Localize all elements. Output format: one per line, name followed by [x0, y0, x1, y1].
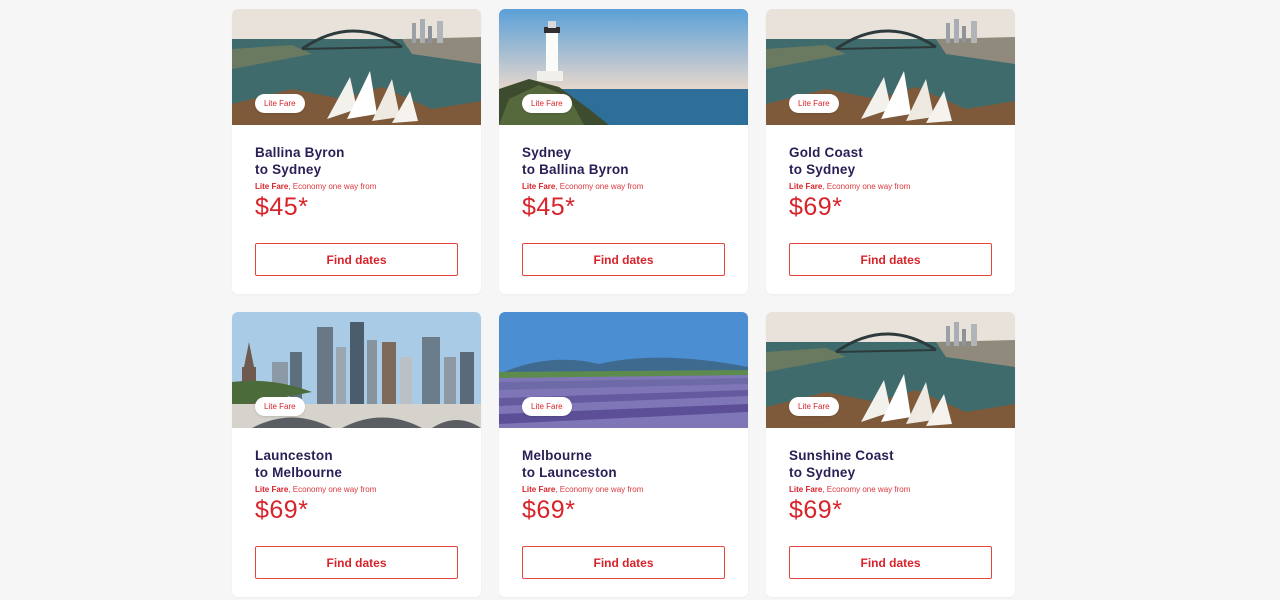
fare-desc: , Economy one way from	[822, 182, 911, 191]
lighthouse-image: Lite Fare	[499, 9, 748, 125]
price: $45*	[255, 193, 309, 221]
lite-fare-badge: Lite Fare	[255, 94, 305, 113]
route-origin: Sydney	[522, 145, 572, 160]
fare-card[interactable]: Lite Fare Launceston to Melbourne Lite F…	[232, 312, 481, 597]
route-destination: to Melbourne	[255, 465, 343, 480]
find-dates-button[interactable]: Find dates	[789, 546, 992, 579]
lite-fare-badge: Lite Fare	[255, 397, 305, 416]
fare-type: Lite Fare	[789, 485, 823, 494]
sydney-harbour-image: Lite Fare	[766, 9, 1015, 125]
lite-fare-badge: Lite Fare	[522, 94, 572, 113]
route-destination: to Sydney	[255, 162, 322, 177]
price: $69*	[522, 496, 576, 524]
fare-description: Lite Fare, Economy one way from	[522, 484, 725, 495]
price: $69*	[789, 193, 843, 221]
find-dates-button[interactable]: Find dates	[255, 546, 458, 579]
fare-card[interactable]: Lite Fare Gold Coast to Sydney Lite Fare…	[766, 9, 1015, 294]
route-origin: Launceston	[255, 448, 333, 463]
lite-fare-badge: Lite Fare	[789, 94, 839, 113]
fare-desc: , Economy one way from	[288, 485, 377, 494]
route-origin: Gold Coast	[789, 145, 864, 160]
find-dates-button[interactable]: Find dates	[255, 243, 458, 276]
fare-type: Lite Fare	[255, 182, 289, 191]
sydney-harbour-image: Lite Fare	[766, 312, 1015, 428]
sydney-harbour-image: Lite Fare	[232, 9, 481, 125]
lite-fare-badge: Lite Fare	[789, 397, 839, 416]
route-title: Sunshine Coast to Sydney	[789, 447, 992, 481]
route-origin: Melbourne	[522, 448, 593, 463]
lavender-field-image: Lite Fare	[499, 312, 748, 428]
fare-type: Lite Fare	[522, 182, 556, 191]
route-title: Launceston to Melbourne	[255, 447, 458, 481]
fare-card-grid: Lite Fare Ballina Byron to Sydney Lite F…	[232, 9, 1015, 597]
fare-description: Lite Fare, Economy one way from	[789, 484, 992, 495]
city-skyline-image: Lite Fare	[232, 312, 481, 428]
fare-card[interactable]: Lite Fare Sunshine Coast to Sydney Lite …	[766, 312, 1015, 597]
fare-type: Lite Fare	[522, 485, 556, 494]
find-dates-button[interactable]: Find dates	[789, 243, 992, 276]
find-dates-button[interactable]: Find dates	[522, 243, 725, 276]
fare-card[interactable]: Lite Fare Sydney to Ballina Byron Lite F…	[499, 9, 748, 294]
price: $69*	[789, 496, 843, 524]
route-origin: Ballina Byron	[255, 145, 345, 160]
fare-description: Lite Fare, Economy one way from	[522, 181, 725, 192]
fare-type: Lite Fare	[789, 182, 823, 191]
route-title: Sydney to Ballina Byron	[522, 144, 725, 178]
fare-desc: , Economy one way from	[822, 485, 911, 494]
price: $45*	[522, 193, 576, 221]
fare-desc: , Economy one way from	[288, 182, 377, 191]
route-destination: to Ballina Byron	[522, 162, 629, 177]
route-title: Gold Coast to Sydney	[789, 144, 992, 178]
route-destination: to Sydney	[789, 162, 856, 177]
fare-desc: , Economy one way from	[555, 182, 644, 191]
price: $69*	[255, 496, 309, 524]
fare-type: Lite Fare	[255, 485, 289, 494]
fare-description: Lite Fare, Economy one way from	[789, 181, 992, 192]
route-destination: to Launceston	[522, 465, 617, 480]
route-title: Melbourne to Launceston	[522, 447, 725, 481]
fare-card[interactable]: Lite Fare Ballina Byron to Sydney Lite F…	[232, 9, 481, 294]
fare-card[interactable]: Lite Fare Melbourne to Launceston Lite F…	[499, 312, 748, 597]
route-title: Ballina Byron to Sydney	[255, 144, 458, 178]
fare-desc: , Economy one way from	[555, 485, 644, 494]
find-dates-button[interactable]: Find dates	[522, 546, 725, 579]
lite-fare-badge: Lite Fare	[522, 397, 572, 416]
route-destination: to Sydney	[789, 465, 856, 480]
route-origin: Sunshine Coast	[789, 448, 894, 463]
fare-description: Lite Fare, Economy one way from	[255, 181, 458, 192]
fare-description: Lite Fare, Economy one way from	[255, 484, 458, 495]
